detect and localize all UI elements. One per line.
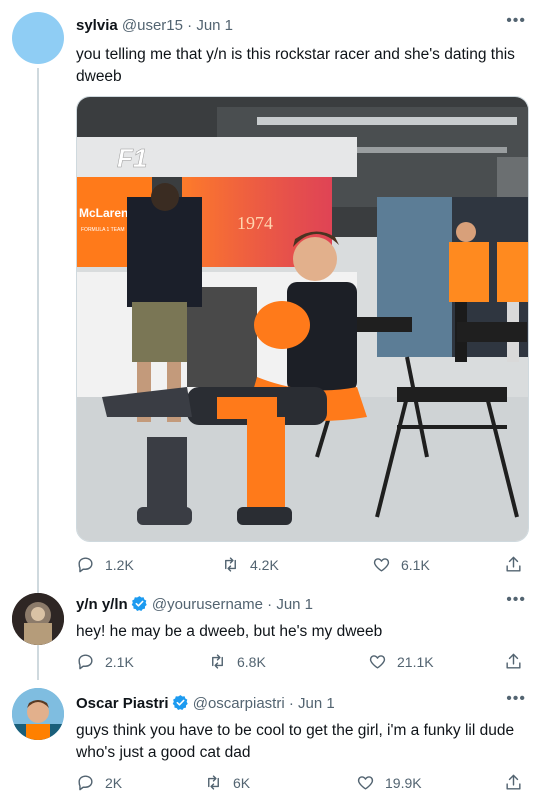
retweet-count: 6.8K (237, 653, 266, 670)
tweet-3[interactable]: Oscar Piastri @oscarpiastri · Jun 1 ••• … (0, 680, 540, 805)
like-count: 21.1K (397, 653, 434, 670)
retweet-icon (225, 557, 236, 572)
reply-icon (78, 654, 93, 670)
reply-count: 1.2K (105, 556, 134, 573)
reply-icon (78, 775, 93, 791)
tweet-actions: 2K 6K 19.9K (76, 773, 526, 795)
separator-dot: · (262, 596, 277, 613)
user-handle[interactable]: @user15 (122, 17, 183, 34)
share-icon (506, 774, 521, 790)
tweet-header: Oscar Piastri @oscarpiastri · Jun 1 (76, 694, 335, 712)
tweet-header: y/n y/ln @yourusername · Jun 1 (76, 595, 313, 613)
verified-badge-icon (172, 695, 188, 711)
like-button[interactable]: 21.1K (368, 652, 434, 671)
user-handle[interactable]: @oscarpiastri (193, 695, 285, 712)
heart-icon (369, 655, 386, 669)
svg-text:F1: F1 (117, 143, 147, 173)
display-name[interactable]: sylvia (76, 17, 118, 34)
retweet-count: 6K (233, 774, 251, 791)
tweet-date[interactable]: Jun 1 (298, 695, 335, 712)
separator-dot: · (182, 17, 197, 34)
like-button[interactable]: 19.9K (356, 773, 422, 792)
avatar[interactable] (12, 688, 64, 740)
tweet-actions: 2.1K 6.8K 21.1K (76, 652, 526, 674)
avatar[interactable] (12, 593, 64, 645)
like-count: 6.1K (401, 556, 430, 573)
retweet-icon (208, 775, 219, 790)
reply-button[interactable]: 2.1K (76, 652, 134, 671)
share-button[interactable] (504, 652, 533, 671)
tweet-1[interactable]: sylvia @user15 · Jun 1 ••• you telling m… (0, 0, 540, 598)
retweet-button[interactable]: 4.2K (221, 555, 279, 574)
retweet-icon (212, 654, 223, 669)
verified-badge-icon (131, 596, 147, 612)
separator-dot: · (284, 695, 298, 712)
number-text: 1974 (237, 213, 273, 233)
user-handle[interactable]: @yourusername (152, 596, 263, 613)
tweet-text: hey! he may be a dweeb, but he's my dwee… (76, 623, 383, 640)
share-icon (506, 653, 521, 669)
banner-text: McLaren (79, 206, 128, 220)
reply-count: 2.1K (105, 653, 134, 670)
share-button[interactable] (504, 555, 533, 574)
tweet-date[interactable]: Jun 1 (196, 17, 233, 34)
more-icon[interactable]: ••• (506, 690, 526, 708)
more-icon[interactable]: ••• (506, 12, 526, 30)
tweet-date[interactable]: Jun 1 (276, 596, 313, 613)
retweet-button[interactable]: 6.8K (208, 652, 266, 671)
tweet-actions: 1.2K 4.2K 6.1K (76, 555, 526, 577)
tweet-text: you telling me that y/n is this rockstar… (76, 46, 515, 85)
display-name[interactable]: Oscar Piastri (76, 695, 169, 712)
like-count: 19.9K (385, 774, 422, 791)
reply-count: 2K (105, 774, 123, 791)
like-button[interactable]: 6.1K (372, 555, 430, 574)
thread-line (37, 645, 39, 680)
thread-line (37, 68, 39, 598)
tweet-header: sylvia @user15 · Jun 1 (76, 17, 233, 34)
tweet-2[interactable]: y/n y/ln @yourusername · Jun 1 ••• hey! … (0, 585, 540, 680)
heart-icon (357, 776, 374, 790)
tweet-text: guys think you have to be cool to get th… (76, 722, 515, 761)
retweet-button[interactable]: 6K (204, 773, 250, 792)
reply-icon (78, 557, 93, 573)
share-button[interactable] (504, 773, 533, 792)
retweet-count: 4.2K (250, 556, 279, 573)
reply-button[interactable]: 2K (76, 773, 122, 792)
heart-icon (373, 558, 390, 572)
reply-button[interactable]: 1.2K (76, 555, 134, 574)
tweet-photo[interactable]: F1 McLaren FORMULA 1 TEAM 1974 (76, 96, 529, 542)
display-name[interactable]: y/n y/ln (76, 596, 128, 613)
share-icon (506, 556, 521, 572)
banner-subtext: FORMULA 1 TEAM (81, 227, 125, 233)
avatar[interactable] (12, 12, 64, 64)
more-icon[interactable]: ••• (506, 591, 526, 609)
